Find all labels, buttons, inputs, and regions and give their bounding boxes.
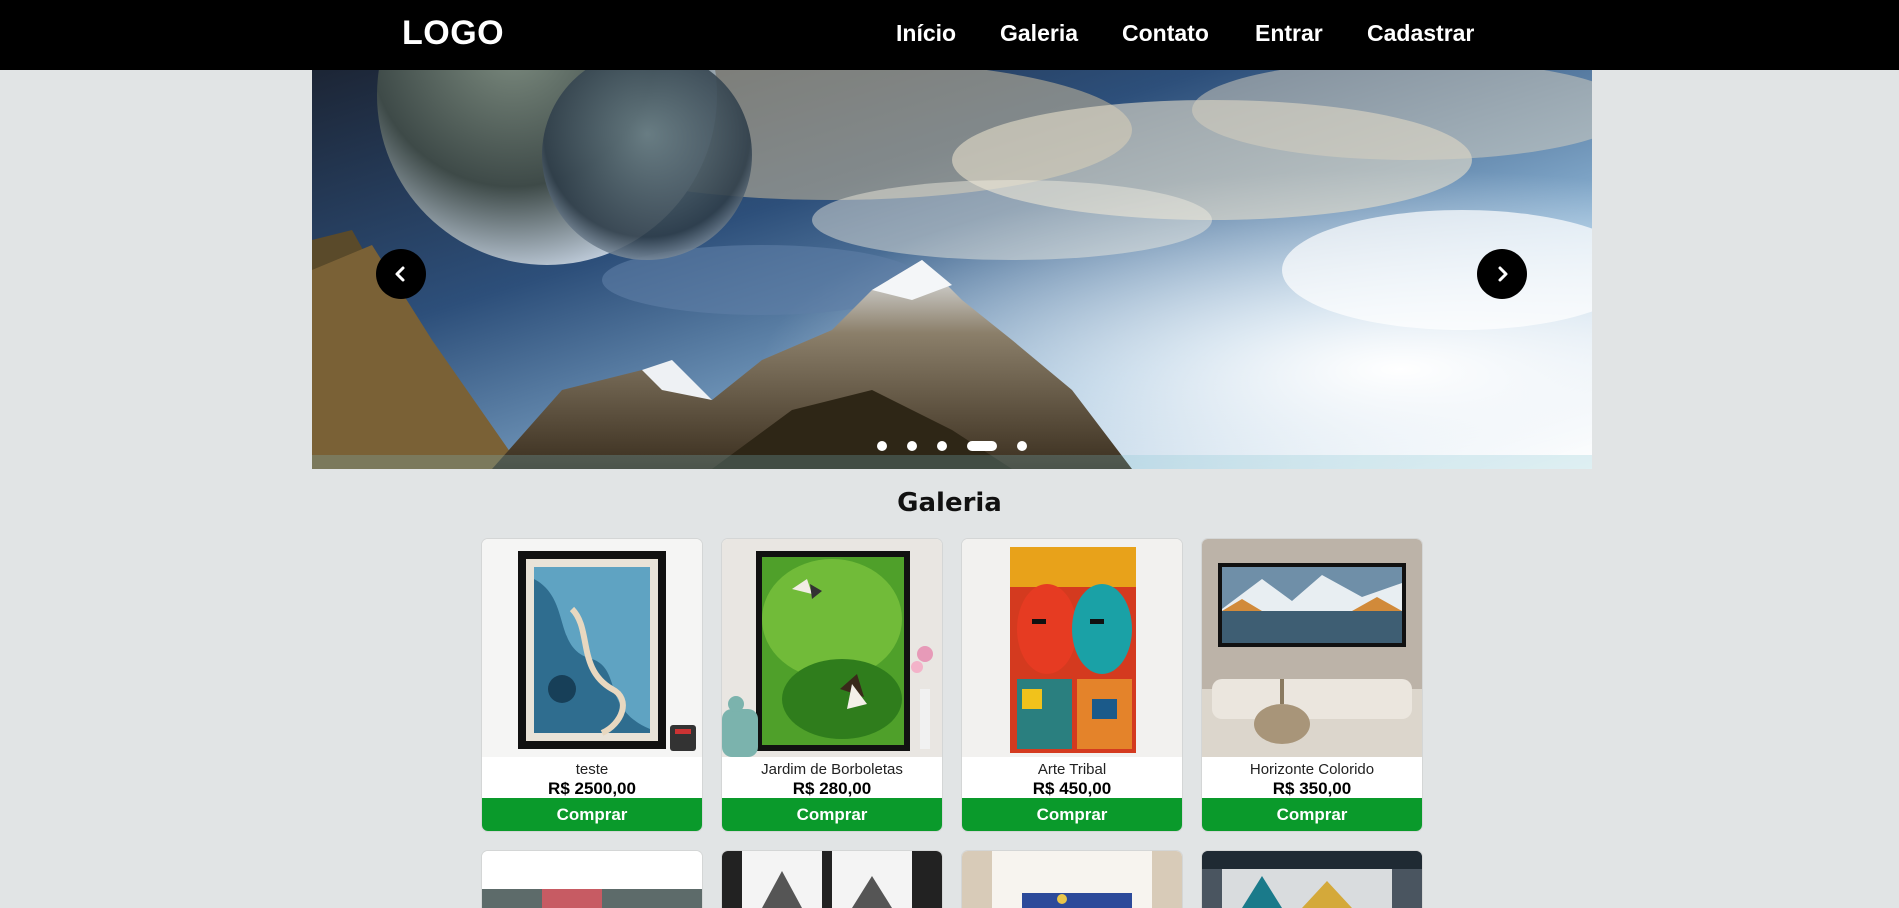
product-price: R$ 280,00: [792, 779, 872, 798]
chevron-right-icon: [1498, 266, 1508, 282]
carousel-indicators: [312, 439, 1592, 453]
product-card: Horizonte Colorido R$ 350,00 Comprar: [1202, 539, 1422, 831]
product-image[interactable]: [482, 539, 702, 757]
product-name: Jardim de Borboletas: [761, 761, 903, 778]
product-image[interactable]: [722, 851, 942, 908]
product-image[interactable]: [1202, 851, 1422, 908]
product-image[interactable]: [1202, 539, 1422, 757]
product-card: Arte Tribal R$ 450,00 Comprar: [962, 539, 1182, 831]
buy-button[interactable]: Comprar: [722, 798, 942, 831]
product-card: Jardim de Borboletas R$ 280,00 Comprar: [722, 539, 942, 831]
chevron-left-icon: [395, 266, 405, 282]
nav-link-contato[interactable]: Contato: [1122, 20, 1209, 47]
carousel-dot-3[interactable]: [937, 441, 947, 451]
carousel-dot-5[interactable]: [1017, 441, 1027, 451]
nav-link-cadastrar[interactable]: Cadastrar: [1367, 20, 1474, 47]
nav-link-inicio[interactable]: Início: [896, 20, 956, 47]
product-card: [722, 851, 942, 908]
product-image[interactable]: [962, 851, 1182, 908]
buy-button[interactable]: Comprar: [482, 798, 702, 831]
product-card: teste R$ 2500,00 Comprar: [482, 539, 702, 831]
product-card: [1202, 851, 1422, 908]
product-name: Horizonte Colorido: [1249, 761, 1375, 778]
carousel-prev-button[interactable]: [376, 249, 426, 299]
buy-button[interactable]: Comprar: [962, 798, 1182, 831]
nav-link-galeria[interactable]: Galeria: [1000, 20, 1078, 47]
carousel-dot-4[interactable]: [967, 441, 997, 451]
product-name: teste: [575, 761, 609, 778]
product-image[interactable]: [962, 539, 1182, 757]
nav-link-entrar[interactable]: Entrar: [1255, 20, 1323, 47]
carousel-dot-1[interactable]: [877, 441, 887, 451]
carousel-next-button[interactable]: [1477, 249, 1527, 299]
carousel-dot-2[interactable]: [907, 441, 917, 451]
product-name: Arte Tribal: [1037, 761, 1107, 778]
product-image[interactable]: [482, 851, 702, 908]
product-price: R$ 350,00: [1272, 779, 1352, 798]
hero-slide-image: [312, 70, 1592, 469]
product-card: [962, 851, 1182, 908]
gallery-title: Galeria: [897, 488, 1002, 518]
product-price: R$ 2500,00: [548, 779, 636, 798]
product-image[interactable]: [722, 539, 942, 757]
nav-links: Início Galeria Contato Entrar Cadastrar: [0, 20, 1899, 50]
buy-button[interactable]: Comprar: [1202, 798, 1422, 831]
product-price: R$ 450,00: [1032, 779, 1112, 798]
navbar: LOGO Início Galeria Contato Entrar Cadas…: [0, 0, 1899, 70]
product-card: [482, 851, 702, 908]
hero-carousel: [312, 70, 1592, 469]
